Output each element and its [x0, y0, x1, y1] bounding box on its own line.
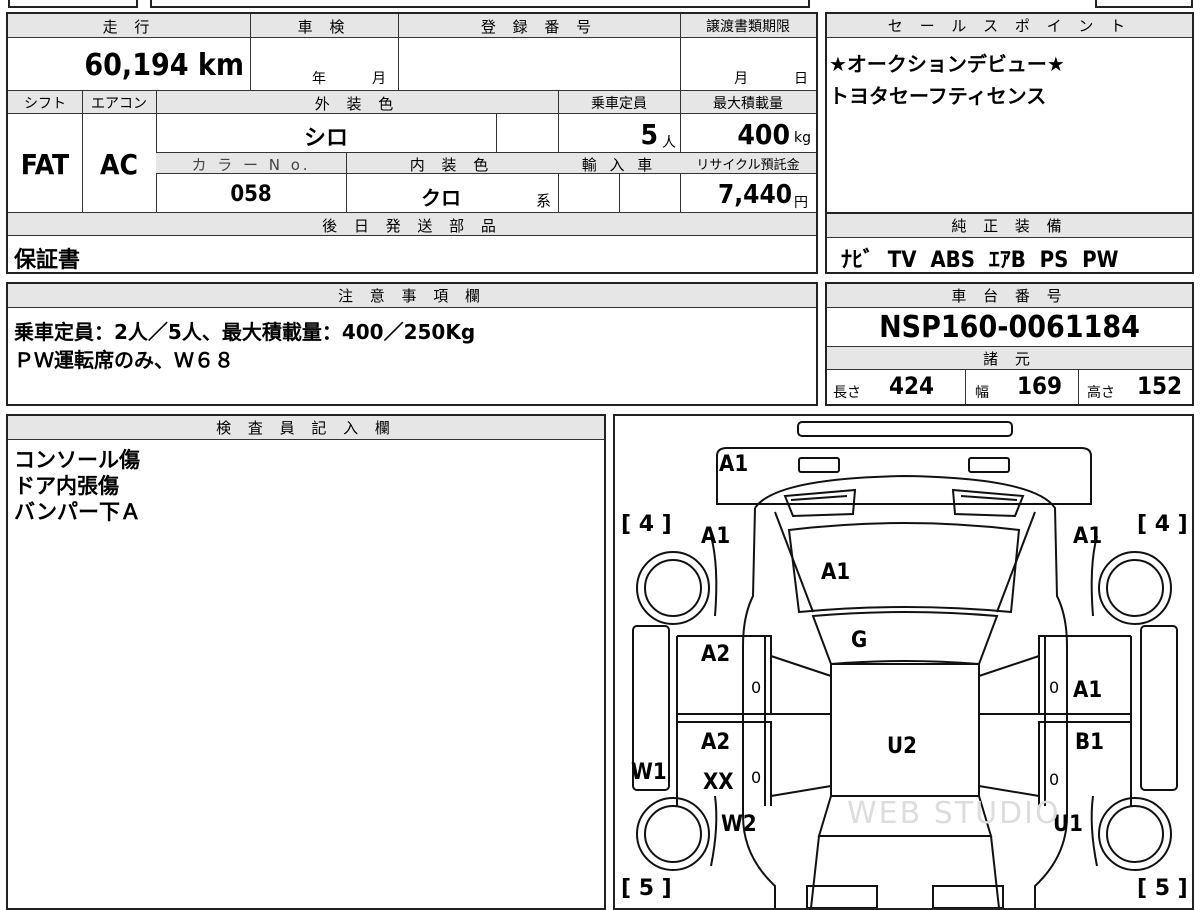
inspector-label: 検 査 員 記 入 欄 [8, 416, 604, 440]
height-value: 152 [1137, 372, 1183, 400]
mark-fender-fl: A1 [701, 524, 731, 549]
shift-value: FAT [20, 148, 70, 181]
mark-fender-fr: A1 [1073, 524, 1103, 549]
max-load-value: 400 [737, 118, 790, 151]
ac-label: エアコン [91, 96, 147, 112]
tire-rear-left-mark: [ 5 ] [621, 876, 672, 901]
mark-step-left: W1 [631, 760, 667, 785]
recycle-unit: 円 [794, 195, 808, 211]
registration-label: 登 録 番 号 [480, 18, 598, 36]
inspector-line-3: バンパー下Ａ [14, 500, 142, 524]
transfer-month-unit: 月 [734, 71, 748, 87]
transfer-deadline-label: 譲渡書類期限 [706, 19, 790, 35]
mark-door-fr: A1 [1073, 678, 1103, 703]
capacity-label: 乗車定員 [591, 96, 647, 112]
mark-door-rl-zero: 0 [751, 768, 762, 787]
tire-front-left-mark: [ 4 ] [621, 512, 672, 537]
chassis-specs-box: 車 台 番 号 NSP160-0061184 諸 元 長さ 424 幅 169 … [825, 282, 1194, 406]
recycle-label: リサイクル預託金 [696, 158, 800, 173]
length-label: 長さ [833, 385, 861, 401]
color-no-value: 058 [230, 182, 272, 207]
watermark: WEB STUDIO [847, 796, 1061, 831]
notes-box: 注 意 事 項 欄 乗車定員：2人／5人、最大積載量：400／250Kg ＰＷ運… [6, 282, 818, 406]
car-damage-diagram: [ 4 ] [ 4 ] [ 5 ] [ 5 ] A1 A1 A1 A1 G A2… [613, 414, 1194, 910]
mileage-unit: km [197, 48, 244, 83]
later-parts-label: 後 日 発 送 部 品 [322, 217, 502, 235]
capacity-value: 5 [640, 118, 658, 151]
tire-rear-right-mark: [ 5 ] [1137, 876, 1188, 901]
color-no-label: カ ラ ー N o. [191, 156, 311, 174]
inspection-month-unit: 月 [372, 71, 386, 87]
mileage-number: 60,194 [84, 48, 189, 83]
genuine-equipment-label: 純 正 装 備 [827, 214, 1192, 238]
max-load-unit: kg [794, 130, 811, 146]
mark-door-rl-1: A2 [701, 730, 731, 755]
mark-door-rr: B1 [1075, 730, 1104, 755]
mark-bumper-front: A1 [719, 452, 749, 477]
interior-color-suffix: 系 [536, 192, 552, 210]
chassis-label: 車 台 番 号 [827, 284, 1192, 308]
sales-point-line-2: トヨタセーフティセンス [829, 84, 1047, 108]
sales-point-line-1: ★オークションデビュー★ [829, 52, 1065, 76]
mileage-value: 60,194 km [8, 48, 244, 83]
mark-door-fr-zero: 0 [1049, 678, 1060, 697]
mark-door-rr-zero: 0 [1049, 770, 1060, 789]
width-label: 幅 [975, 385, 989, 401]
later-parts-value: 保証書 [14, 248, 81, 273]
vehicle-info-table: 走 行 車 検 登 録 番 号 譲渡書類期限 60,194 km 年 月 月 日… [6, 12, 818, 274]
max-load-label: 最大積載量 [713, 96, 783, 112]
sales-points-box: セ ー ル ス ポ イ ン ト ★オークションデビュー★ トヨタセーフティセンス [825, 12, 1194, 214]
mileage-label: 走 行 [102, 18, 156, 36]
notes-line-1: 乗車定員：2人／5人、最大積載量：400／250Kg [14, 320, 476, 344]
interior-color-label: 内 装 色 [409, 156, 495, 174]
mark-door-rl-2: XX [703, 770, 734, 795]
mark-hood: A1 [821, 560, 851, 585]
width-value: 169 [1017, 372, 1063, 400]
tire-front-right-mark: [ 4 ] [1137, 512, 1188, 537]
top-edge-strip [0, 0, 1200, 8]
mark-windshield: G [851, 628, 868, 653]
transfer-day-unit: 日 [794, 71, 808, 87]
mark-roof: U2 [887, 734, 917, 759]
specs-label: 諸 元 [827, 346, 1192, 370]
sales-points-label: セ ー ル ス ポ イ ン ト [827, 14, 1192, 38]
ac-value: AC [100, 148, 138, 181]
notes-label: 注 意 事 項 欄 [8, 284, 816, 308]
length-value: 424 [889, 372, 935, 400]
mark-door-fl-zero: 0 [751, 678, 762, 697]
inspection-year-unit: 年 [312, 71, 326, 87]
exterior-color-value: シロ [303, 126, 348, 151]
genuine-equipment-value: ﾅﾋﾞ TV ABS ｴｱB PS PW [841, 248, 1119, 273]
genuine-equipment-box: 純 正 装 備 ﾅﾋﾞ TV ABS ｴｱB PS PW [825, 212, 1194, 274]
inspector-remarks-box: 検 査 員 記 入 欄 コンソール傷 ドア内張傷 バンパー下Ａ [6, 414, 606, 910]
exterior-color-label: 外 装 色 [314, 95, 400, 113]
interior-color-value: クロ [421, 186, 461, 210]
inspection-label: 車 検 [297, 18, 351, 36]
chassis-value: NSP160-0061184 [879, 310, 1140, 345]
mark-door-fl: A2 [701, 642, 731, 667]
notes-line-2: ＰＷ運転席のみ、Ｗ６８ [14, 348, 234, 372]
import-label: 輸 入 車 [581, 156, 657, 174]
capacity-unit: 人 [662, 135, 676, 151]
mark-quarter-rl: W2 [721, 812, 757, 837]
shift-label: シフト [24, 96, 66, 112]
recycle-value: 7,440 [718, 180, 792, 210]
height-label: 高さ [1087, 385, 1115, 401]
